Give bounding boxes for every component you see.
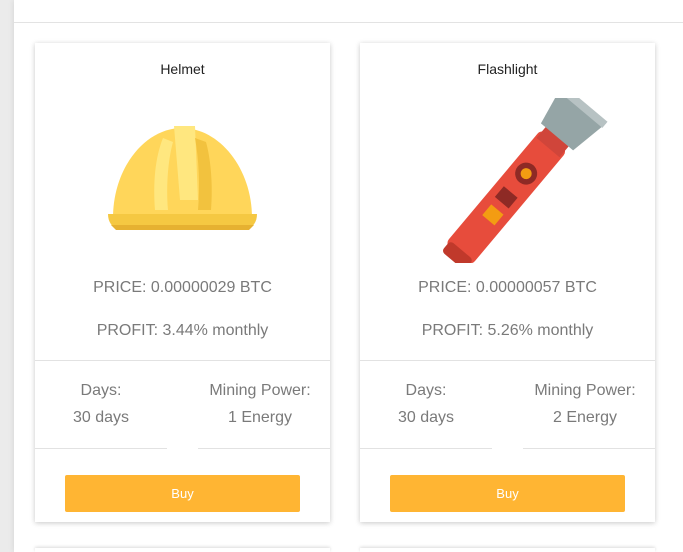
helmet-icon: [108, 126, 257, 230]
product-card-helmet: Helmet PRICE: 0.00000029 BTC PROFIT: 3.4…: [35, 43, 330, 522]
mining-power-label: Mining Power:: [534, 382, 636, 399]
buy-button[interactable]: Buy: [65, 475, 300, 512]
flashlight-icon: [443, 98, 608, 263]
days-value: 30 days: [397, 409, 455, 426]
mining-power-value: 1 Energy: [227, 409, 293, 426]
days-value: 30 days: [72, 409, 130, 426]
product-card-flashlight: Flashlight PRICE: 0.00000057 BTC PROFIT:…: [360, 43, 655, 522]
product-price: PRICE: 0.00000029 BTC: [93, 279, 272, 296]
days-label: Days:: [405, 382, 447, 399]
days-label: Days:: [80, 382, 122, 399]
mining-power-label: Mining Power:: [209, 382, 311, 399]
divider: [198, 448, 330, 449]
divider: [35, 360, 330, 361]
product-profit: PROFIT: 3.44% monthly: [96, 322, 269, 339]
next-card-edge: [35, 548, 330, 552]
divider: [360, 448, 492, 449]
divider: [523, 448, 655, 449]
buy-button[interactable]: Buy: [390, 475, 625, 512]
divider: [360, 360, 655, 361]
mining-power-value: 2 Energy: [552, 409, 618, 426]
divider: [35, 448, 167, 449]
product-price: PRICE: 0.00000057 BTC: [418, 279, 597, 296]
product-title: Flashlight: [477, 61, 538, 77]
next-card-edge: [360, 548, 655, 552]
product-profit: PROFIT: 5.26% monthly: [421, 322, 594, 339]
product-title: Helmet: [160, 61, 205, 77]
section-header: [14, 0, 683, 23]
